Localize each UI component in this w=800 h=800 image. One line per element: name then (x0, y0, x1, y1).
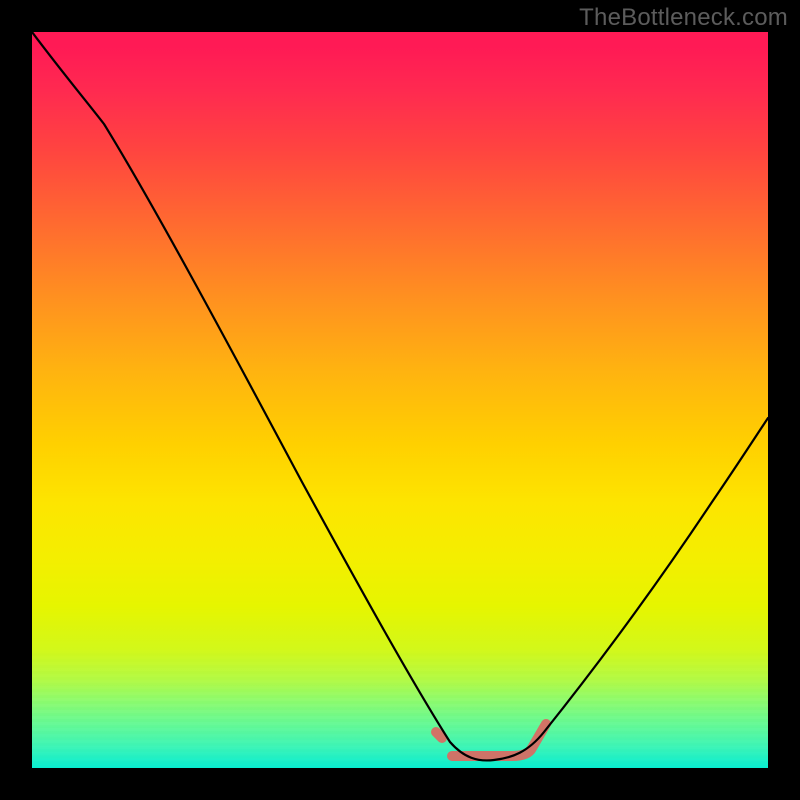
green-banding (32, 650, 768, 768)
plot-area (32, 32, 768, 768)
watermark-text: TheBottleneck.com (579, 4, 788, 32)
chart-container: TheBottleneck.com (0, 0, 800, 800)
